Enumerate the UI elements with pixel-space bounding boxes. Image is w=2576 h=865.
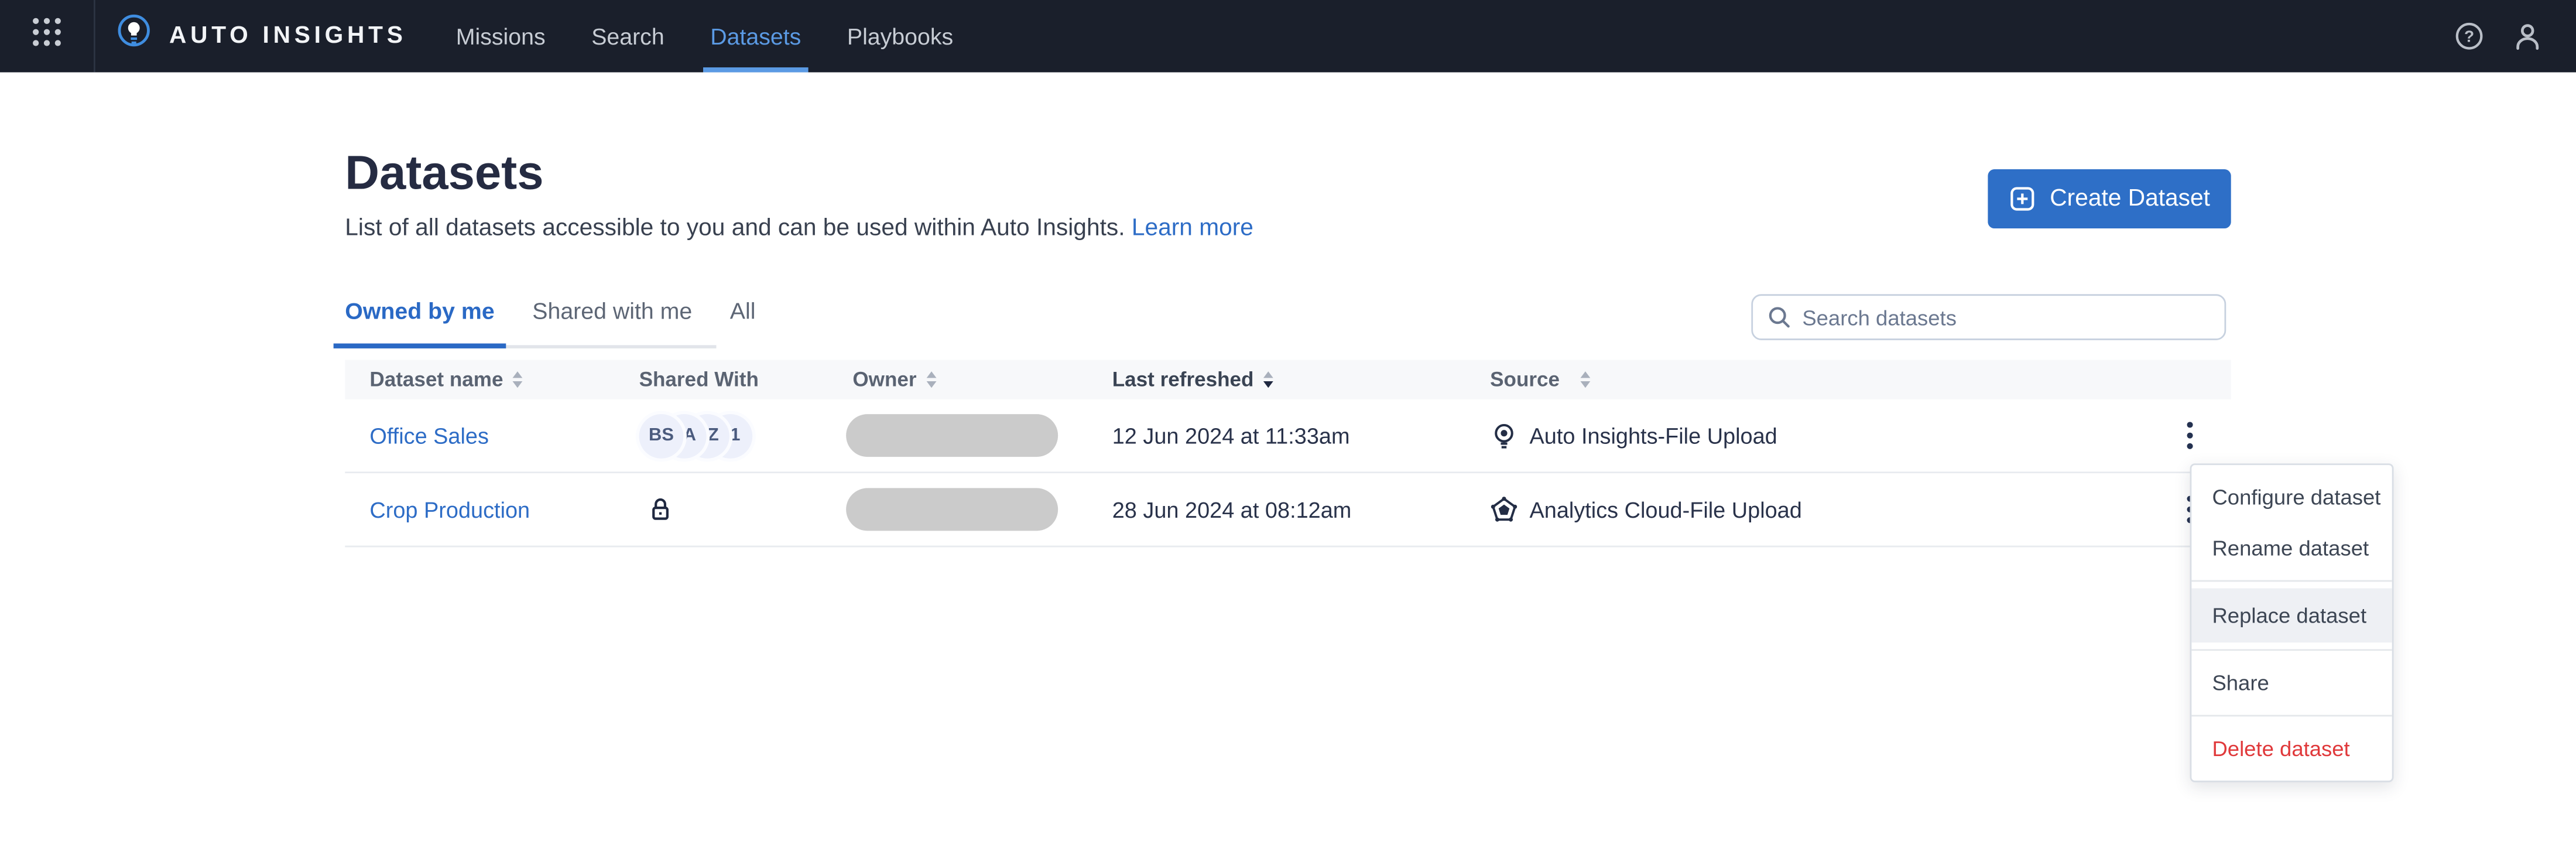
row-actions-kebab-icon[interactable] xyxy=(2166,412,2212,459)
last-refreshed-value: 12 Jun 2024 at 11:33am xyxy=(1112,423,1350,448)
table-row-crop-production: Crop Production 28 Jun 2024 at 08:12am A… xyxy=(345,473,2231,548)
app-window: AUTO INSIGHTS Missions Search Datasets P… xyxy=(0,0,2576,865)
last-refreshed-value: 28 Jun 2024 at 08:12am xyxy=(1112,497,1352,522)
col-dataset-name: Dataset name xyxy=(369,368,503,391)
table-row-office-sales: Office Sales BS VA SZ 21 12 Jun 2024 at … xyxy=(345,399,2231,474)
col-owner: Owner xyxy=(852,368,917,391)
menu-item-configure-dataset[interactable]: Configure dataset xyxy=(2191,471,2391,522)
create-dataset-label: Create Dataset xyxy=(2050,186,2210,212)
nav-item-missions[interactable]: Missions xyxy=(433,0,568,72)
nav-divider xyxy=(93,0,95,73)
col-shared-with: Shared With xyxy=(639,368,759,391)
menu-divider xyxy=(2190,649,2392,651)
tab-shared-with-me[interactable]: Shared with me xyxy=(532,298,692,345)
dataset-context-menu: Configure dataset Rename dataset Replace… xyxy=(2189,463,2393,782)
analytics-cloud-pentagon-icon xyxy=(1490,495,1518,524)
create-dataset-button[interactable]: Create Dataset xyxy=(1988,169,2231,229)
grid-icon xyxy=(28,13,66,59)
owner-redacted-pill xyxy=(846,488,1059,531)
menu-item-delete-dataset[interactable]: Delete dataset xyxy=(2191,723,2391,774)
menu-divider xyxy=(2190,580,2392,582)
page-title: Datasets xyxy=(345,148,544,201)
nav-item-datasets[interactable]: Datasets xyxy=(687,0,824,73)
sort-source-icon[interactable] xyxy=(1581,371,1591,388)
menu-item-rename-dataset[interactable]: Rename dataset xyxy=(2191,522,2391,573)
auto-insights-logo[interactable] xyxy=(115,0,153,72)
source-value: Auto Insights-File Upload xyxy=(1529,423,1777,448)
app-grid-button[interactable] xyxy=(0,0,94,72)
brand-title: AUTO INSIGHTS xyxy=(169,23,407,50)
top-nav: AUTO INSIGHTS Missions Search Datasets P… xyxy=(0,0,2576,73)
lightbulb-logo-icon xyxy=(115,13,153,59)
menu-item-replace-dataset[interactable]: Replace dataset xyxy=(2190,588,2392,643)
nav-item-search[interactable]: Search xyxy=(568,0,687,72)
datasets-table: Dataset name Shared With Owner Last refr… xyxy=(345,360,2231,548)
avatar: BS xyxy=(639,413,684,458)
learn-more-link[interactable]: Learn more xyxy=(1132,216,1253,242)
shared-with-avatars[interactable]: BS VA SZ 21 xyxy=(639,413,753,458)
col-source: Source xyxy=(1490,368,1560,391)
owner-redacted-pill xyxy=(846,414,1059,457)
plus-square-icon xyxy=(2009,186,2035,212)
sort-last-refreshed-icon[interactable] xyxy=(1263,371,1274,388)
search-icon xyxy=(1767,306,1790,329)
menu-divider xyxy=(2190,714,2392,717)
table-header-row: Dataset name Shared With Owner Last refr… xyxy=(345,360,2231,399)
tab-all[interactable]: All xyxy=(730,298,756,345)
nav-item-playbooks[interactable]: Playbooks xyxy=(824,0,977,72)
private-lock-icon xyxy=(648,496,674,522)
nav-right-icons: ? xyxy=(2454,0,2576,72)
search-datasets-input[interactable] xyxy=(1802,305,2210,330)
svg-text:?: ? xyxy=(2464,27,2474,45)
source-value: Analytics Cloud-File Upload xyxy=(1529,497,1802,522)
dataset-link-office-sales[interactable]: Office Sales xyxy=(369,423,489,448)
menu-item-share[interactable]: Share xyxy=(2191,657,2391,708)
tab-owned-by-me[interactable]: Owned by me xyxy=(333,298,506,348)
subtitle-text: List of all datasets accessible to you a… xyxy=(345,215,1125,242)
nav-links: Missions Search Datasets Playbooks xyxy=(433,0,977,73)
search-datasets-box[interactable] xyxy=(1751,294,2226,340)
sort-dataset-name-icon[interactable] xyxy=(513,371,523,388)
help-icon[interactable]: ? xyxy=(2454,21,2484,51)
page-subtitle: List of all datasets accessible to you a… xyxy=(345,216,1253,242)
dataset-link-crop-production[interactable]: Crop Production xyxy=(369,497,530,522)
dataset-tabs: Owned by me Shared with me All xyxy=(333,298,755,348)
sort-owner-icon[interactable] xyxy=(926,371,937,388)
user-profile-icon[interactable] xyxy=(2512,20,2543,52)
col-last-refreshed: Last refreshed xyxy=(1112,368,1254,391)
lightbulb-icon xyxy=(1490,422,1518,450)
